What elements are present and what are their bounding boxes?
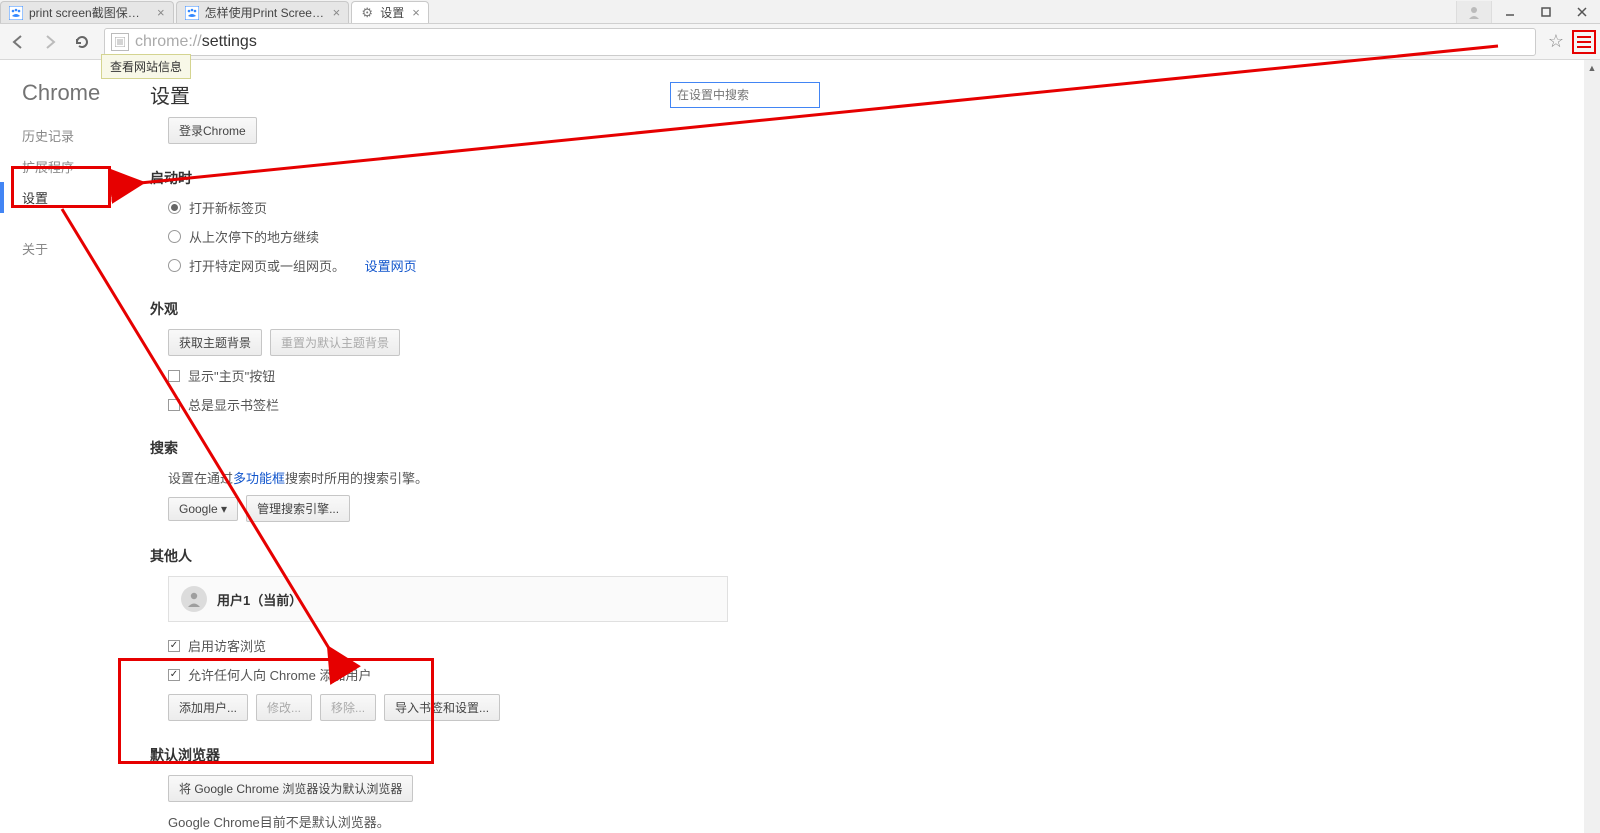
tab-title: 怎样使用Print Screen 截 [205,4,325,21]
allow-add-user-checkbox[interactable] [168,669,180,681]
always-bookmarks-checkbox[interactable] [168,399,180,411]
show-home-checkbox[interactable] [168,370,180,382]
import-bookmarks-button[interactable]: 导入书签和设置... [384,694,500,721]
close-window-button[interactable] [1564,1,1600,23]
window-controls [1456,0,1600,24]
vertical-scrollbar[interactable] [1584,60,1600,833]
radio-continue-label: 从上次停下的地方继续 [189,227,319,246]
browser-tab-active[interactable]: ⚙ 设置 × [351,1,429,23]
manage-search-engines-button[interactable]: 管理搜索引擎... [246,495,350,522]
reset-theme-button[interactable]: 重置为默认主题背景 [270,329,400,356]
reload-button[interactable] [68,28,96,56]
current-user-label: 用户1（当前） [217,590,302,609]
settings-sidebar: Chrome 历史记录 扩展程序 设置 关于 [0,60,150,833]
avatar-icon [181,586,207,612]
enable-guest-label: 启用访客浏览 [188,636,266,655]
settings-search-input[interactable] [671,83,819,107]
baidu-favicon-icon [9,6,23,20]
add-user-button[interactable]: 添加用户... [168,694,248,721]
radio-specific-pages-label: 打开特定网页或一组网页。 [189,256,345,275]
sidebar-item-extensions[interactable]: 扩展程序 [0,151,150,182]
close-tab-icon[interactable]: × [157,5,165,20]
sign-in-chrome-button[interactable]: 登录Chrome [168,117,257,144]
edit-user-button[interactable]: 修改... [256,694,312,721]
section-startup-heading: 启动时 [150,168,1600,188]
radio-new-tab-label: 打开新标签页 [189,198,267,217]
radio-new-tab[interactable] [168,201,181,214]
url-text: chrome://settings [135,33,257,51]
sidebar-item-history[interactable]: 历史记录 [0,120,150,151]
sidebar-item-about[interactable]: 关于 [0,233,150,264]
search-desc: 设置在通过多功能框搜索时所用的搜索引擎。 [168,468,1600,487]
current-user-card[interactable]: 用户1（当前） [168,576,728,622]
browser-tab[interactable]: print screen截图保存在哪 × [0,1,174,23]
site-info-tooltip: 查看网站信息 [101,54,191,79]
chrome-menu-button[interactable] [1572,30,1596,54]
maximize-button[interactable] [1528,1,1564,23]
omnibox-link[interactable]: 多功能框 [233,471,285,486]
set-pages-link[interactable]: 设置网页 [365,256,417,275]
radio-continue[interactable] [168,230,181,243]
browser-tab[interactable]: 怎样使用Print Screen 截 × [176,1,350,23]
section-search-heading: 搜索 [150,438,1600,458]
allow-add-user-label: 允许任何人向 Chrome 添加用户 [188,665,371,684]
chrome-brand-label: Chrome [0,80,150,120]
section-default-browser-heading: 默认浏览器 [150,745,1600,765]
enable-guest-checkbox[interactable] [168,640,180,652]
browser-tab-strip: print screen截图保存在哪 × 怎样使用Print Screen 截 … [0,0,1600,24]
remove-user-button[interactable]: 移除... [320,694,376,721]
search-engine-select[interactable]: Google ▾ [168,497,238,521]
back-button[interactable] [4,28,32,56]
baidu-favicon-icon [185,6,199,20]
section-appearance-heading: 外观 [150,299,1600,319]
settings-search[interactable] [670,82,820,108]
page-title: 设置 [150,80,670,109]
settings-page: Chrome 历史记录 扩展程序 设置 关于 设置 登录Chrome 启动时 打… [0,60,1600,833]
minimize-button[interactable] [1492,1,1528,23]
section-people-heading: 其他人 [150,546,1600,566]
tab-title: print screen截图保存在哪 [29,4,149,21]
default-browser-status: Google Chrome目前不是默认浏览器。 [168,812,1600,831]
tab-title: 设置 [380,4,404,21]
scroll-up-icon[interactable]: ▲ [1584,60,1600,76]
show-home-label: 显示"主页"按钮 [188,366,275,385]
always-bookmarks-label: 总是显示书签栏 [188,395,279,414]
radio-specific-pages[interactable] [168,259,181,272]
forward-button[interactable] [36,28,64,56]
profile-button[interactable] [1456,1,1492,23]
settings-main: 设置 登录Chrome 启动时 打开新标签页 从上次停下的地方继续 打开特定网页… [150,60,1600,833]
get-theme-button[interactable]: 获取主题背景 [168,329,262,356]
close-tab-icon[interactable]: × [412,5,420,20]
make-default-browser-button[interactable]: 将 Google Chrome 浏览器设为默认浏览器 [168,775,413,802]
bookmark-star-icon[interactable]: ☆ [1544,30,1568,54]
browser-toolbar: chrome://settings ☆ 查看网站信息 [0,24,1600,60]
gear-icon: ⚙ [360,6,374,20]
address-bar[interactable]: chrome://settings [104,28,1536,56]
close-tab-icon[interactable]: × [333,5,341,20]
site-info-icon[interactable] [111,33,129,51]
sidebar-item-settings[interactable]: 设置 [0,182,150,213]
